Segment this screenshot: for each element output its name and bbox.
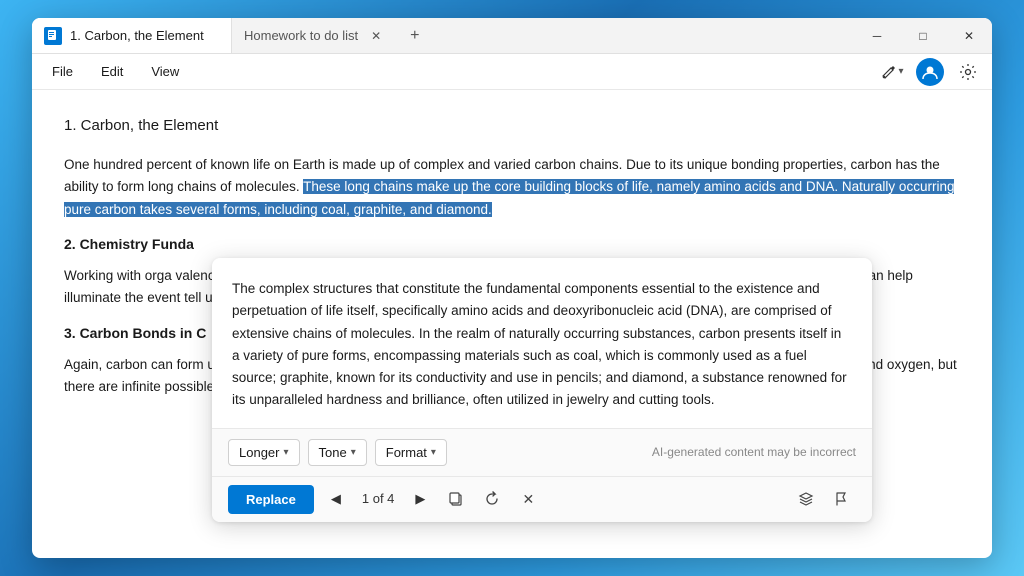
tone-dropdown[interactable]: Tone ▾: [308, 439, 367, 466]
title-bar: 1. Carbon, the Element Homework to do li…: [32, 18, 992, 54]
ai-popup: The complex structures that constitute t…: [212, 258, 872, 522]
copy-button[interactable]: [442, 485, 470, 513]
format-dropdown-arrow: ▾: [431, 447, 436, 458]
title-bar-spacer: [432, 18, 855, 53]
replace-button[interactable]: Replace: [228, 485, 314, 514]
tab-active-label: 1. Carbon, the Element: [70, 28, 204, 43]
ai-disclaimer: AI-generated content may be incorrect: [652, 443, 856, 462]
tab-inactive-label: Homework to do list: [244, 28, 358, 43]
doc-title: 1. Carbon, the Element: [64, 114, 960, 138]
tab-close-button[interactable]: ✕: [366, 26, 386, 46]
close-button[interactable]: ✕: [946, 18, 992, 54]
maximize-button[interactable]: □: [900, 18, 946, 54]
popup-footer: Replace ◀ 1 of 4 ▶ ✕: [212, 476, 872, 522]
menu-file[interactable]: File: [40, 60, 85, 83]
layers-icon-button[interactable]: [792, 485, 820, 513]
longer-dropdown[interactable]: Longer ▾: [228, 439, 300, 466]
pen-tool-icon[interactable]: ▾: [876, 56, 908, 88]
next-button[interactable]: ▶: [406, 485, 434, 513]
page-indicator: 1 of 4: [358, 489, 399, 510]
flag-icon-button[interactable]: [828, 485, 856, 513]
window-controls: ─ □ ✕: [854, 18, 992, 53]
document-icon: [44, 27, 62, 45]
longer-dropdown-arrow: ▾: [283, 447, 288, 458]
main-window: 1. Carbon, the Element Homework to do li…: [32, 18, 992, 558]
menu-edit[interactable]: Edit: [89, 60, 135, 83]
ai-popup-text: The complex structures that constitute t…: [212, 258, 872, 429]
section2-heading: 2. Chemistry Funda: [64, 233, 960, 255]
refresh-button[interactable]: [478, 485, 506, 513]
prev-button[interactable]: ◀: [322, 485, 350, 513]
document-area: 1. Carbon, the Element One hundred perce…: [32, 90, 992, 558]
ai-popup-controls: Longer ▾ Tone ▾ Format ▾ AI-generated co…: [212, 429, 872, 476]
doc-para-1: One hundred percent of known life on Ear…: [64, 154, 960, 221]
tab-active[interactable]: 1. Carbon, the Element: [32, 18, 232, 53]
settings-icon[interactable]: [952, 56, 984, 88]
avatar[interactable]: [916, 58, 944, 86]
tone-dropdown-arrow: ▾: [351, 447, 356, 458]
tab-add-button[interactable]: +: [398, 18, 431, 53]
popup-close-button[interactable]: ✕: [514, 485, 542, 513]
minimize-button[interactable]: ─: [854, 18, 900, 54]
menu-view[interactable]: View: [139, 60, 191, 83]
format-dropdown[interactable]: Format ▾: [375, 439, 447, 466]
tab-inactive[interactable]: Homework to do list ✕: [232, 18, 398, 53]
toolbar-right: ▾: [876, 56, 984, 88]
menu-bar: File Edit View ▾: [32, 54, 992, 90]
